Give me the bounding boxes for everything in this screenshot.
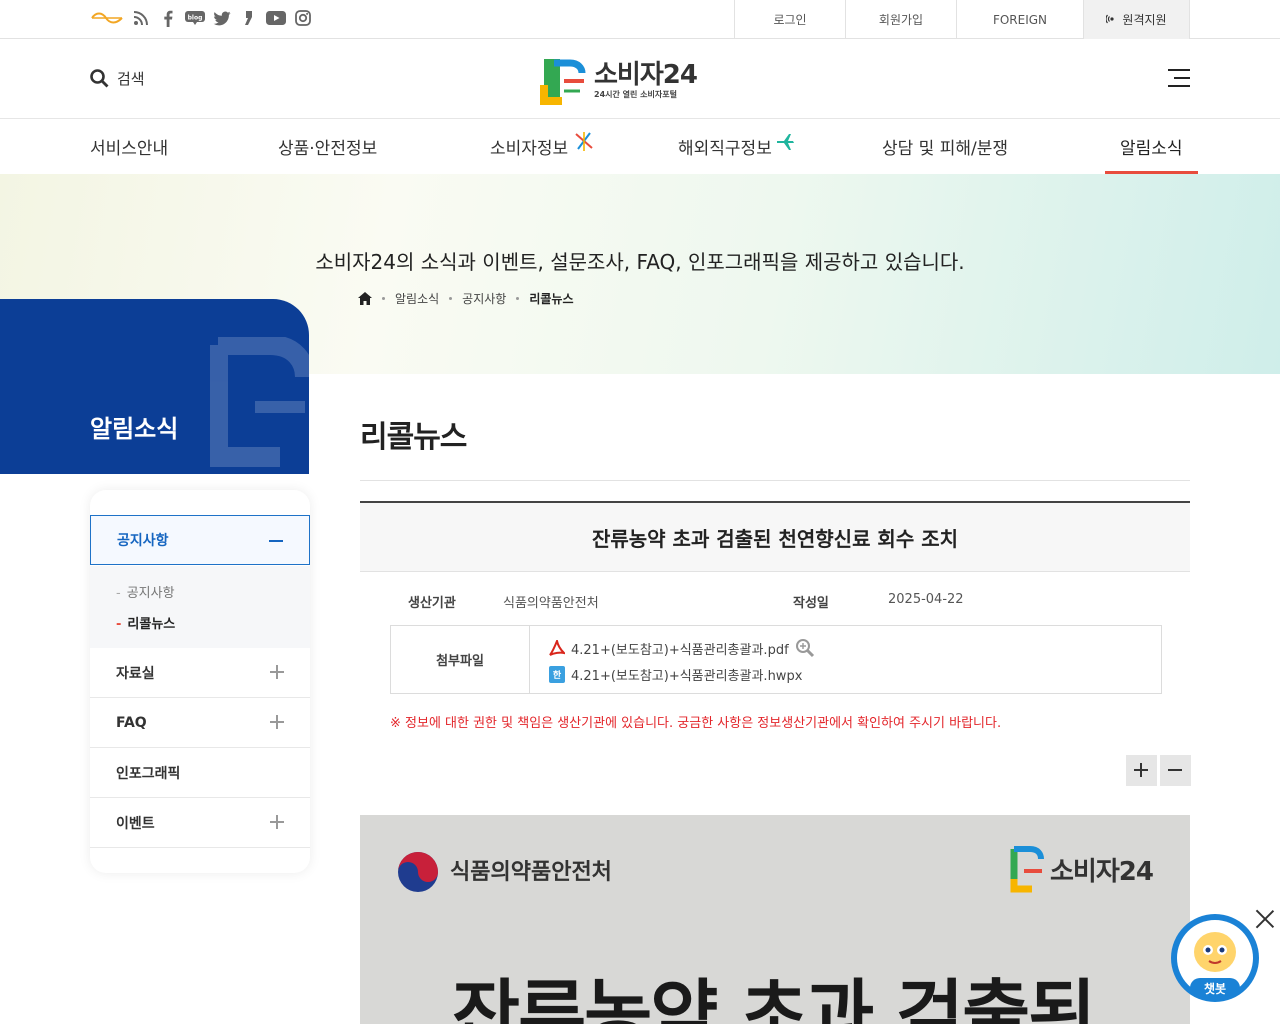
blog-icon[interactable]: blog (185, 8, 205, 28)
breadcrumb-item[interactable]: 알림소식 (395, 290, 439, 307)
producer-value: 식품의약품안전처 (503, 596, 599, 611)
side-menu-notice-label: 공지사항 (117, 533, 169, 549)
foreign-link[interactable]: FOREIGN (956, 0, 1083, 39)
nav-product-safety[interactable]: 상품·안전정보 (278, 119, 377, 174)
breadcrumb: 알림소식 공지사항 리콜뉴스 (358, 290, 574, 307)
logo-mark-icon (540, 59, 586, 105)
home-icon[interactable] (358, 292, 372, 305)
youtube-icon[interactable] (266, 8, 286, 28)
side-menu-infographic[interactable]: 인포그래픽 (90, 748, 310, 798)
sns-links: blog (90, 8, 313, 28)
airplane-icon (776, 133, 794, 150)
attachment-pdf[interactable]: 4.21+(보도참고)+식품관리총괄과.pdf (549, 638, 815, 658)
section-title-box: 알림소식 (0, 299, 309, 474)
breadcrumb-current: 리콜뉴스 (529, 292, 574, 306)
logo-title: 소비자24 (594, 59, 698, 90)
remote-support-link[interactable]: 원격지원 (1083, 0, 1190, 39)
nav-service[interactable]: 서비스안내 (90, 119, 168, 174)
search-label: 검색 (117, 70, 145, 88)
pdf-icon (549, 639, 565, 657)
minus-icon (269, 540, 283, 542)
attachment-pdf-name: 4.21+(보도참고)+식품관리총괄과.pdf (571, 642, 789, 658)
site-header: 검색 소비자24 24시간 열린 소비자포털 (0, 39, 1280, 119)
article-image: 식품의약품안전처 소비자24 잔류농약 초과 검출된 (360, 815, 1190, 1024)
attachment-hwpx-name: 4.21+(보도참고)+식품관리총괄과.hwpx (571, 669, 803, 684)
submenu-notice-label: 공지사항 (126, 586, 175, 601)
util-links: 로그인 회원가입 FOREIGN 원격지원 (734, 0, 1190, 39)
chatbot-label: 챗봇 (1190, 978, 1240, 998)
nav-counsel[interactable]: 상담 및 피해/분쟁 (882, 119, 1008, 174)
brand-logo: 소비자24 (1010, 843, 1154, 895)
attachments: 첨부파일 4.21+(보도참고)+식품관리총괄과.pdf 한 4.21+(보도참… (390, 625, 1162, 694)
producer-label: 생산기관 (408, 596, 456, 611)
side-menu-faq[interactable]: FAQ (90, 698, 310, 748)
rss-icon[interactable] (131, 8, 151, 28)
zoom-in-button[interactable] (1126, 755, 1157, 786)
image-headline: 잔류농약 초과 검출된 (452, 972, 1096, 1024)
brand-name: 소비자24 (1050, 856, 1154, 887)
side-submenu: - 공지사항 - 리콜뉴스 (90, 566, 310, 648)
svg-text:blog: blog (188, 15, 203, 22)
side-menu-event[interactable]: 이벤트 (90, 798, 310, 848)
submenu-recall-label: 리콜뉴스 (127, 617, 176, 632)
submenu-notice[interactable]: - 공지사항 (116, 582, 175, 601)
chatbot-character-icon (1194, 932, 1236, 972)
instagram-icon[interactable] (293, 8, 313, 28)
join-link[interactable]: 회원가입 (845, 0, 956, 39)
hero-message: 소비자24의 소식과 이벤트, 설문조사, FAQ, 인포그래픽을 제공하고 있… (315, 250, 965, 274)
plus-icon (270, 665, 284, 679)
side-menu-event-label: 이벤트 (116, 815, 155, 832)
remote-support-label: 원격지원 (1122, 13, 1167, 27)
date-value: 2025-04-22 (888, 592, 964, 607)
taegeuk-icon (398, 852, 438, 892)
date-label: 작성일 (793, 596, 829, 611)
signal-icon (1105, 13, 1118, 27)
nav-overseas[interactable]: 해외직구정보 (678, 119, 795, 174)
side-menu-library-label: 자료실 (116, 665, 155, 682)
nav-news[interactable]: 알림소식 (1105, 119, 1198, 174)
attach-label: 첨부파일 (391, 626, 530, 693)
side-menu-infographic-label: 인포그래픽 (116, 765, 181, 782)
login-link[interactable]: 로그인 (734, 0, 845, 39)
plus-icon (270, 815, 284, 829)
twitter-icon[interactable] (212, 8, 232, 28)
search-icon (90, 69, 109, 88)
side-menu-library[interactable]: 자료실 (90, 648, 310, 698)
menu-icon[interactable] (1168, 69, 1190, 89)
section-title: 알림소식 (90, 415, 179, 443)
brand-logo-icon (1010, 846, 1044, 893)
page-title: 리콜뉴스 (360, 420, 467, 455)
site-logo[interactable]: 소비자24 24시간 열린 소비자포털 (540, 55, 698, 105)
nav-consumer-info-label: 소비자정보 (490, 139, 569, 159)
close-icon[interactable] (1255, 909, 1275, 929)
plus-icon (270, 715, 284, 729)
facebook-icon[interactable] (158, 8, 178, 28)
logo-subtitle: 24시간 열린 소비자포털 (594, 89, 677, 99)
hwp-icon: 한 (549, 666, 565, 683)
mfds-logo: 식품의약품안전처 (396, 845, 612, 895)
responsibility-notice: ※ 정보에 대한 권한 및 책임은 생산기관에 있습니다. 궁금한 사항은 정보… (390, 716, 1002, 731)
article-title: 잔류농약 초과 검출된 천연향신료 회수 조치 (360, 501, 1190, 572)
logo-watermark-icon (210, 337, 309, 467)
eg-icon[interactable] (90, 8, 124, 28)
breadcrumb-item[interactable]: 공지사항 (462, 290, 506, 307)
submenu-recall[interactable]: - 리콜뉴스 (116, 613, 175, 632)
chatbot-button[interactable]: 챗봇 (1170, 914, 1260, 1004)
sparkle-icon (575, 131, 593, 151)
org-name: 식품의약품안전처 (450, 860, 612, 885)
nav-consumer-info[interactable]: 소비자정보 (490, 119, 595, 174)
side-menu-faq-label: FAQ (116, 714, 147, 731)
utility-bar: blog 로그인 회원가입 FOREIGN 원격지원 (0, 0, 1280, 39)
search-button[interactable]: 검색 (90, 68, 145, 89)
divider (360, 480, 1190, 481)
main-nav: 서비스안내 상품·안전정보 소비자정보 해외직구정보 상담 및 피해/분쟁 알림… (0, 119, 1280, 174)
nav-overseas-label: 해외직구정보 (678, 139, 772, 159)
side-menu: 공지사항 - 공지사항 - 리콜뉴스 자료실 FAQ 인포그래픽 이벤트 (90, 490, 310, 873)
story-icon[interactable] (239, 8, 259, 28)
attachment-hwpx[interactable]: 한 4.21+(보도참고)+식품관리총괄과.hwpx (549, 665, 802, 684)
zoom-out-button[interactable] (1160, 755, 1191, 786)
preview-icon[interactable] (795, 638, 815, 658)
side-menu-notice[interactable]: 공지사항 (90, 515, 310, 565)
